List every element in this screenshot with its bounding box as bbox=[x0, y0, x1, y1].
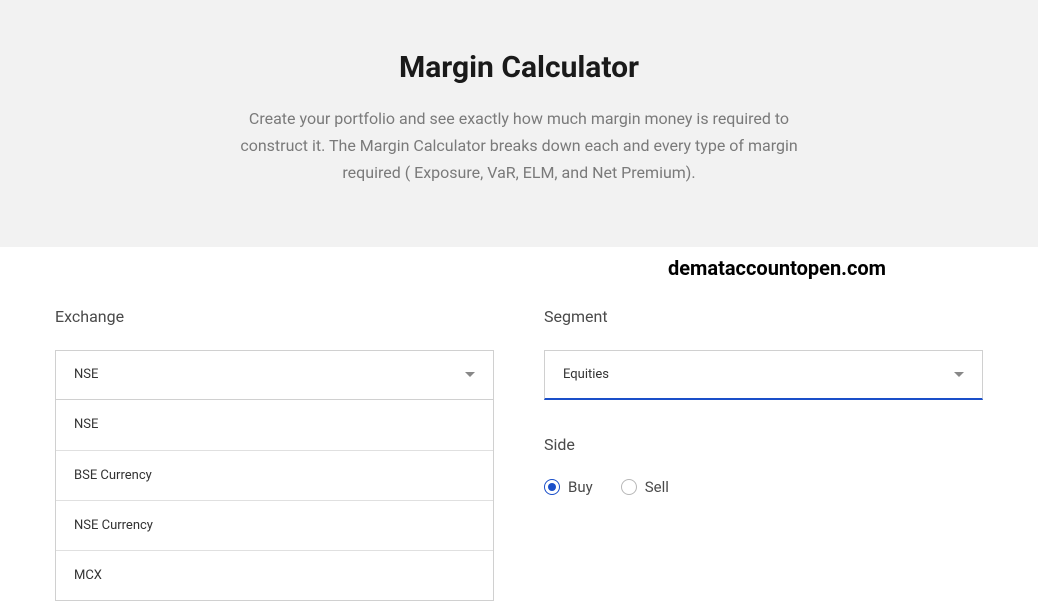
radio-icon bbox=[544, 479, 560, 495]
side-radio-buy[interactable]: Buy bbox=[544, 478, 593, 496]
exchange-option-nse[interactable]: NSE bbox=[56, 400, 493, 450]
form-container: Exchange NSE NSE BSE Currency NSE Curren… bbox=[0, 247, 1038, 601]
segment-label: Segment bbox=[544, 307, 983, 326]
side-radio-row: Buy Sell bbox=[544, 478, 983, 496]
exchange-dropdown-list: NSE BSE Currency NSE Currency MCX bbox=[55, 400, 494, 601]
page-title: Margin Calculator bbox=[20, 50, 1018, 85]
exchange-select[interactable]: NSE bbox=[55, 350, 494, 400]
page-description: Create your portfolio and see exactly ho… bbox=[224, 105, 814, 187]
exchange-option-nse-currency[interactable]: NSE Currency bbox=[56, 500, 493, 550]
exchange-option-bse-currency[interactable]: BSE Currency bbox=[56, 450, 493, 500]
radio-dot-icon bbox=[548, 483, 556, 491]
chevron-down-icon bbox=[954, 372, 964, 377]
radio-icon bbox=[621, 479, 637, 495]
exchange-option-mcx[interactable]: MCX bbox=[56, 550, 493, 600]
side-group: Side Buy Sell bbox=[544, 435, 983, 496]
watermark-text: demataccountopen.com bbox=[668, 256, 886, 280]
exchange-column: Exchange NSE NSE BSE Currency NSE Curren… bbox=[55, 307, 494, 601]
segment-side-column: Segment Equities Side Buy Sell bbox=[544, 307, 983, 601]
side-sell-label: Sell bbox=[645, 478, 669, 496]
exchange-select-value: NSE bbox=[74, 367, 465, 382]
segment-select[interactable]: Equities bbox=[544, 350, 983, 400]
side-label: Side bbox=[544, 435, 983, 454]
side-buy-label: Buy bbox=[568, 478, 593, 496]
hero-banner: Margin Calculator Create your portfolio … bbox=[0, 0, 1038, 247]
segment-select-value: Equities bbox=[563, 367, 954, 382]
side-radio-sell[interactable]: Sell bbox=[621, 478, 669, 496]
exchange-label: Exchange bbox=[55, 307, 494, 326]
chevron-down-icon bbox=[465, 372, 475, 377]
